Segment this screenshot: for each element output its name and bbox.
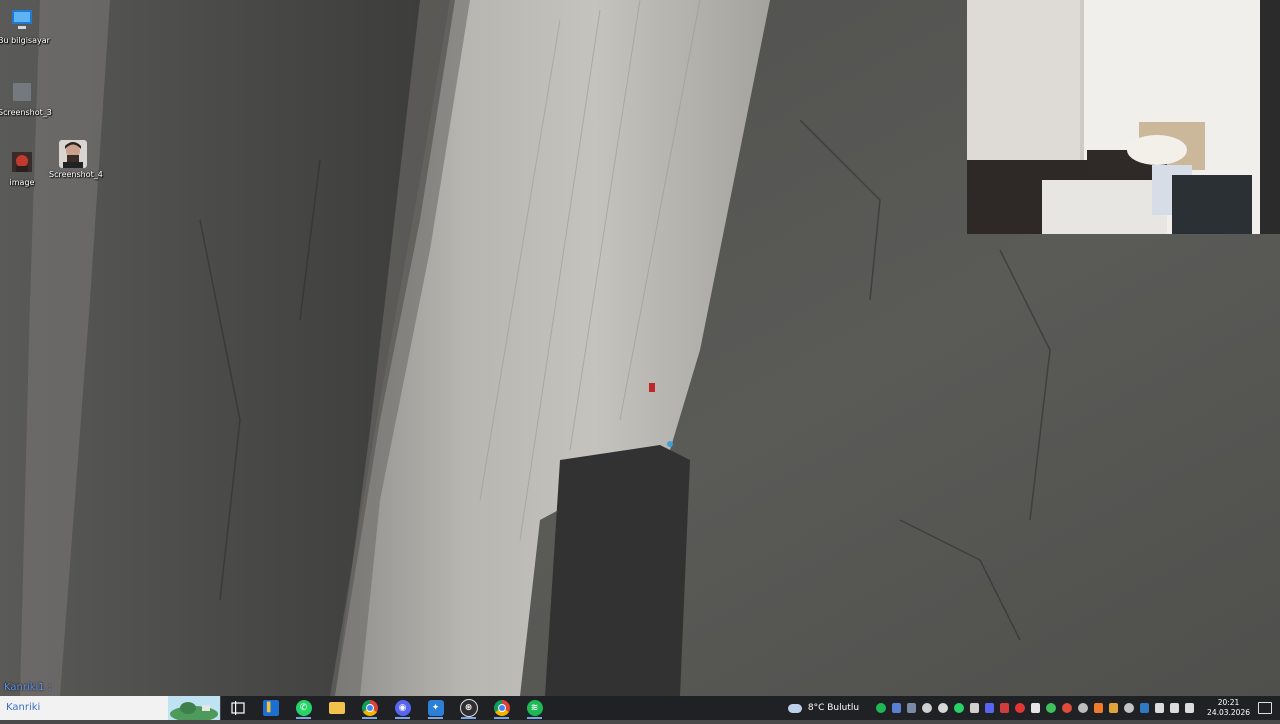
clock[interactable]: 20:21 24.03.2026 (1207, 698, 1250, 718)
webcam-overlay (967, 0, 1280, 234)
cloud-icon (787, 703, 802, 713)
taskbar-app-discord[interactable]: ◉ (386, 696, 419, 720)
search-highlight-image (168, 696, 220, 722)
system-tray: 8°C Bulutlu 20:21 24.03.2026 (787, 696, 1280, 720)
whatsapp-icon: ✆ (295, 700, 312, 716)
discord-icon: ◉ (394, 700, 411, 716)
editor-icon: ▌ (262, 700, 279, 716)
app-tray-icon[interactable] (907, 703, 917, 713)
weather-widget[interactable]: 8°C Bulutlu (787, 703, 860, 713)
taskbar-app-chrome-2[interactable] (485, 696, 518, 720)
mic-tray-icon[interactable] (1155, 703, 1165, 713)
spotify-tray-icon[interactable] (876, 703, 887, 713)
discord-tray-icon[interactable] (985, 703, 995, 713)
desktop-icon-screenshot-3[interactable]: Screenshot_3 (0, 78, 52, 118)
chrome-icon (493, 700, 510, 716)
app-tray-icon[interactable] (1046, 703, 1057, 713)
search-placeholder: Kanriki (6, 702, 41, 713)
taskbar-app-blue[interactable]: ✦ (419, 696, 452, 720)
chrome-icon (361, 700, 378, 716)
shield-tray-icon[interactable] (1000, 703, 1010, 713)
chrome-tray-icon[interactable] (1062, 703, 1073, 713)
folder-icon (328, 702, 345, 714)
pen-tray-icon[interactable] (1124, 703, 1135, 713)
app-tray-icon[interactable] (1109, 703, 1119, 713)
taskbar-app-file-explorer[interactable] (320, 696, 353, 720)
taskbar-app-obs[interactable]: ⊛ (452, 696, 485, 720)
taskbar-app-spotify[interactable]: ≋ (518, 696, 551, 720)
taskbar-app-whatsapp[interactable]: ✆ (287, 696, 320, 720)
taskbar-app-chrome[interactable] (353, 696, 386, 720)
task-view-button[interactable] (221, 696, 254, 720)
taskbar-app-editor[interactable]: ▌ (254, 696, 287, 720)
app-icon: ✦ (427, 700, 444, 716)
clock-date: 24.03.2026 (1207, 708, 1250, 717)
steam-tray-icon[interactable] (1140, 703, 1150, 713)
weather-text: 8°C Bulutlu (807, 703, 860, 713)
image-file-icon (8, 78, 36, 106)
chat-overlay: Kanriki1 : (4, 682, 52, 693)
network-tray-icon[interactable] (1170, 703, 1180, 713)
image-file-icon (59, 140, 87, 168)
image-file-icon (8, 148, 36, 176)
desktop-icon-this-pc[interactable]: Bu bilgisayar (0, 6, 50, 46)
clock-time: 20:21 (1217, 698, 1240, 707)
computer-icon (8, 6, 36, 34)
desktop-icon-screenshot-4[interactable]: Screenshot_4 (49, 140, 103, 180)
app-tray-icon[interactable] (1031, 703, 1041, 713)
headset-tray-icon[interactable] (938, 703, 949, 713)
desktop-icon-label: image (9, 178, 35, 187)
search-box[interactable]: Kanriki (0, 696, 221, 722)
desktop-icon-label: Screenshot_3 (0, 108, 52, 117)
whatsapp-tray-icon[interactable] (954, 703, 965, 713)
desktop-icon-image[interactable]: image (0, 148, 46, 188)
desktop-icon-label: Bu bilgisayar (0, 36, 50, 45)
task-view-icon (230, 701, 245, 715)
obs-tray-icon[interactable] (922, 703, 933, 713)
obs-icon: ⊛ (459, 699, 478, 717)
battery-tray-icon[interactable] (970, 703, 980, 713)
app-tray-icon[interactable] (892, 703, 902, 713)
app-tray-icon[interactable] (1094, 703, 1104, 713)
spotify-icon: ≋ (526, 700, 543, 716)
notification-center-icon[interactable] (1258, 702, 1272, 714)
app-tray-icon[interactable] (1078, 703, 1089, 713)
taskbar: Kanriki ▌ ✆ ◉ ✦ ⊛ ≋ 8°C Bulutlu 20:21 24… (0, 696, 1280, 722)
volume-tray-icon[interactable] (1185, 703, 1195, 713)
record-tray-icon[interactable] (1015, 703, 1026, 713)
desktop-icon-label: Screenshot_4 (49, 170, 103, 179)
